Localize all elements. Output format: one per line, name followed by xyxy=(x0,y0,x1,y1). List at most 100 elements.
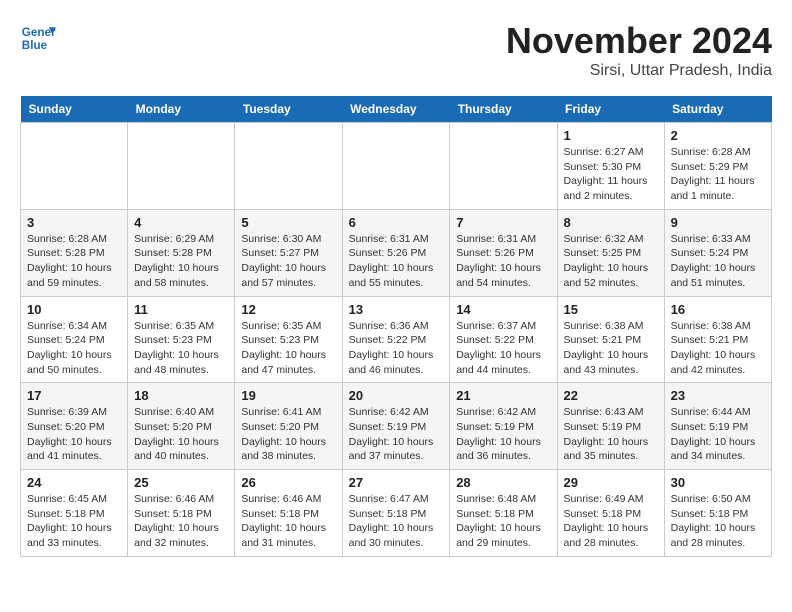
calendar-day-cell: 13 Sunrise: 6:36 AM Sunset: 5:22 PM Dayli… xyxy=(342,296,450,383)
day-number: 1 xyxy=(564,128,658,143)
day-number: 12 xyxy=(241,302,335,317)
location-subtitle: Sirsi, Uttar Pradesh, India xyxy=(506,62,772,80)
calendar-week-row: 3 Sunrise: 6:28 AM Sunset: 5:28 PM Daylig… xyxy=(21,209,772,296)
day-info: Sunrise: 6:29 AM Sunset: 5:28 PM Dayligh… xyxy=(134,232,228,291)
day-info: Sunrise: 6:38 AM Sunset: 5:21 PM Dayligh… xyxy=(671,319,765,378)
day-number: 8 xyxy=(564,215,658,230)
calendar-day-cell: 21 Sunrise: 6:42 AM Sunset: 5:19 PM Dayli… xyxy=(450,383,557,470)
day-number: 14 xyxy=(456,302,550,317)
day-info: Sunrise: 6:28 AM Sunset: 5:28 PM Dayligh… xyxy=(27,232,121,291)
day-number: 18 xyxy=(134,388,228,403)
day-number: 22 xyxy=(564,388,658,403)
calendar-day-cell: 3 Sunrise: 6:28 AM Sunset: 5:28 PM Daylig… xyxy=(21,209,128,296)
day-info: Sunrise: 6:49 AM Sunset: 5:18 PM Dayligh… xyxy=(564,492,658,551)
calendar-day-cell: 22 Sunrise: 6:43 AM Sunset: 5:19 PM Dayli… xyxy=(557,383,664,470)
day-number: 30 xyxy=(671,475,765,490)
day-info: Sunrise: 6:31 AM Sunset: 5:26 PM Dayligh… xyxy=(456,232,550,291)
calendar-day-cell: 19Sunrise: 6:41 AM Sunset: 5:20 PM Dayli… xyxy=(235,383,342,470)
calendar-day-cell: 23 Sunrise: 6:44 AM Sunset: 5:19 PM Dayli… xyxy=(664,383,771,470)
calendar-day-cell: 28 Sunrise: 6:48 AM Sunset: 5:18 PM Dayli… xyxy=(450,470,557,557)
calendar-day-cell xyxy=(128,123,235,210)
day-info: Sunrise: 6:28 AM Sunset: 5:29 PM Dayligh… xyxy=(671,145,765,204)
calendar-day-cell: 16 Sunrise: 6:38 AM Sunset: 5:21 PM Dayli… xyxy=(664,296,771,383)
day-number: 27 xyxy=(349,475,444,490)
calendar-header-cell: Tuesday xyxy=(235,96,342,123)
calendar-day-cell: 12 Sunrise: 6:35 AM Sunset: 5:23 PM Dayli… xyxy=(235,296,342,383)
calendar-day-cell: 1 Sunrise: 6:27 AM Sunset: 5:30 PM Daylig… xyxy=(557,123,664,210)
day-info: Sunrise: 6:38 AM Sunset: 5:21 PM Dayligh… xyxy=(564,319,658,378)
day-number: 19 xyxy=(241,388,335,403)
day-info: Sunrise: 6:48 AM Sunset: 5:18 PM Dayligh… xyxy=(456,492,550,551)
calendar-week-row: 1 Sunrise: 6:27 AM Sunset: 5:30 PM Daylig… xyxy=(21,123,772,210)
day-info: Sunrise: 6:32 AM Sunset: 5:25 PM Dayligh… xyxy=(564,232,658,291)
calendar-day-cell xyxy=(235,123,342,210)
day-info: Sunrise: 6:30 AM Sunset: 5:27 PM Dayligh… xyxy=(241,232,335,291)
day-info: Sunrise: 6:44 AM Sunset: 5:19 PM Dayligh… xyxy=(671,405,765,464)
day-number: 15 xyxy=(564,302,658,317)
calendar-day-cell xyxy=(342,123,450,210)
day-number: 21 xyxy=(456,388,550,403)
day-number: 24 xyxy=(27,475,121,490)
page-header: General Blue November 2024 Sirsi, Uttar … xyxy=(20,20,772,80)
day-info: Sunrise: 6:40 AM Sunset: 5:20 PM Dayligh… xyxy=(134,405,228,464)
day-number: 5 xyxy=(241,215,335,230)
calendar-header-cell: Monday xyxy=(128,96,235,123)
calendar-body: 1 Sunrise: 6:27 AM Sunset: 5:30 PM Daylig… xyxy=(21,123,772,557)
calendar-day-cell: 18 Sunrise: 6:40 AM Sunset: 5:20 PM Dayli… xyxy=(128,383,235,470)
day-number: 4 xyxy=(134,215,228,230)
day-info: Sunrise: 6:42 AM Sunset: 5:19 PM Dayligh… xyxy=(349,405,444,464)
day-info: Sunrise: 6:46 AM Sunset: 5:18 PM Dayligh… xyxy=(134,492,228,551)
calendar-day-cell: 4 Sunrise: 6:29 AM Sunset: 5:28 PM Daylig… xyxy=(128,209,235,296)
calendar-week-row: 24 Sunrise: 6:45 AM Sunset: 5:18 PM Dayli… xyxy=(21,470,772,557)
calendar-header-cell: Wednesday xyxy=(342,96,450,123)
day-number: 16 xyxy=(671,302,765,317)
day-number: 17 xyxy=(27,388,121,403)
day-number: 23 xyxy=(671,388,765,403)
day-number: 26 xyxy=(241,475,335,490)
day-number: 10 xyxy=(27,302,121,317)
day-number: 6 xyxy=(349,215,444,230)
calendar-week-row: 17 Sunrise: 6:39 AM Sunset: 5:20 PM Dayli… xyxy=(21,383,772,470)
calendar-day-cell: 26Sunrise: 6:46 AM Sunset: 5:18 PM Dayli… xyxy=(235,470,342,557)
calendar-day-cell xyxy=(450,123,557,210)
calendar-table: SundayMondayTuesdayWednesdayThursdayFrid… xyxy=(20,96,772,557)
calendar-header-row: SundayMondayTuesdayWednesdayThursdayFrid… xyxy=(21,96,772,123)
day-number: 28 xyxy=(456,475,550,490)
day-number: 20 xyxy=(349,388,444,403)
title-block: November 2024 Sirsi, Uttar Pradesh, Indi… xyxy=(506,20,772,80)
day-info: Sunrise: 6:34 AM Sunset: 5:24 PM Dayligh… xyxy=(27,319,121,378)
day-number: 9 xyxy=(671,215,765,230)
calendar-day-cell: 29 Sunrise: 6:49 AM Sunset: 5:18 PM Dayli… xyxy=(557,470,664,557)
calendar-day-cell: 25 Sunrise: 6:46 AM Sunset: 5:18 PM Dayli… xyxy=(128,470,235,557)
calendar-day-cell: 20 Sunrise: 6:42 AM Sunset: 5:19 PM Dayli… xyxy=(342,383,450,470)
day-info: Sunrise: 6:27 AM Sunset: 5:30 PM Dayligh… xyxy=(564,145,658,204)
calendar-header-cell: Thursday xyxy=(450,96,557,123)
day-info: Sunrise: 6:35 AM Sunset: 5:23 PM Dayligh… xyxy=(241,319,335,378)
day-info: Sunrise: 6:36 AM Sunset: 5:22 PM Dayligh… xyxy=(349,319,444,378)
month-title: November 2024 xyxy=(506,20,772,62)
day-info: Sunrise: 6:42 AM Sunset: 5:19 PM Dayligh… xyxy=(456,405,550,464)
logo-icon: General Blue xyxy=(20,20,56,56)
day-info: Sunrise: 6:37 AM Sunset: 5:22 PM Dayligh… xyxy=(456,319,550,378)
logo: General Blue xyxy=(20,20,56,56)
day-number: 3 xyxy=(27,215,121,230)
calendar-day-cell: 27Sunrise: 6:47 AM Sunset: 5:18 PM Dayli… xyxy=(342,470,450,557)
day-number: 13 xyxy=(349,302,444,317)
calendar-day-cell: 5 Sunrise: 6:30 AM Sunset: 5:27 PM Daylig… xyxy=(235,209,342,296)
calendar-day-cell: 30 Sunrise: 6:50 AM Sunset: 5:18 PM Dayli… xyxy=(664,470,771,557)
day-info: Sunrise: 6:39 AM Sunset: 5:20 PM Dayligh… xyxy=(27,405,121,464)
day-number: 2 xyxy=(671,128,765,143)
calendar-day-cell: 17 Sunrise: 6:39 AM Sunset: 5:20 PM Dayli… xyxy=(21,383,128,470)
day-info: Sunrise: 6:35 AM Sunset: 5:23 PM Dayligh… xyxy=(134,319,228,378)
calendar-day-cell: 15 Sunrise: 6:38 AM Sunset: 5:21 PM Dayli… xyxy=(557,296,664,383)
calendar-header-cell: Saturday xyxy=(664,96,771,123)
calendar-day-cell: 8 Sunrise: 6:32 AM Sunset: 5:25 PM Daylig… xyxy=(557,209,664,296)
day-info: Sunrise: 6:50 AM Sunset: 5:18 PM Dayligh… xyxy=(671,492,765,551)
svg-text:Blue: Blue xyxy=(22,39,48,52)
day-number: 25 xyxy=(134,475,228,490)
calendar-header-cell: Sunday xyxy=(21,96,128,123)
calendar-header-cell: Friday xyxy=(557,96,664,123)
day-info: Sunrise: 6:45 AM Sunset: 5:18 PM Dayligh… xyxy=(27,492,121,551)
day-info: Sunrise: 6:43 AM Sunset: 5:19 PM Dayligh… xyxy=(564,405,658,464)
day-number: 29 xyxy=(564,475,658,490)
